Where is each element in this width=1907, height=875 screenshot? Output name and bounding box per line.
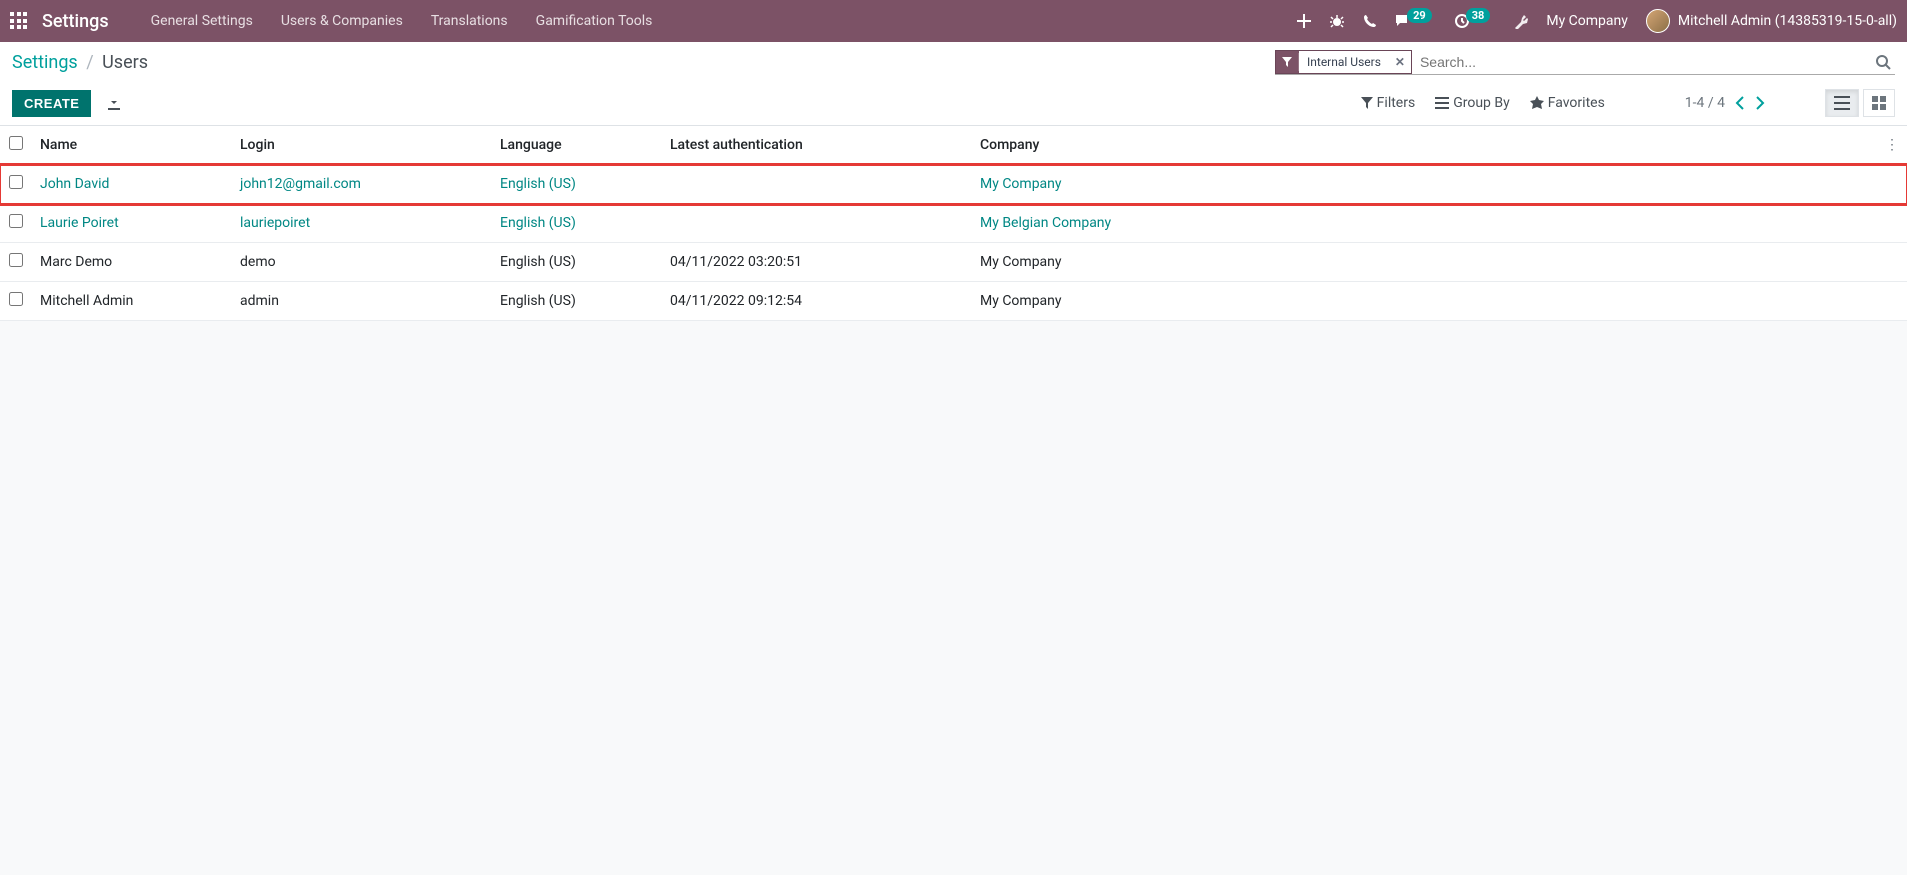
breadcrumb-root[interactable]: Settings [12, 52, 78, 73]
select-all-checkbox[interactable] [9, 136, 23, 150]
column-options-icon[interactable]: ⋮ [1875, 126, 1907, 165]
breadcrumb: Settings / Users [12, 52, 148, 73]
funnel-icon [1276, 53, 1299, 71]
filter-chip-label: Internal Users [1299, 51, 1389, 73]
menu-general-settings[interactable]: General Settings [151, 13, 253, 29]
tools-icon[interactable] [1512, 13, 1528, 29]
pager-prev[interactable] [1735, 96, 1745, 110]
filters-label: Filters [1377, 95, 1416, 111]
groupby-button[interactable]: Group By [1435, 95, 1510, 111]
filter-chip-close[interactable]: ✕ [1389, 51, 1411, 73]
breadcrumb-separator: / [86, 52, 93, 73]
phone-icon[interactable] [1363, 14, 1377, 28]
download-icon[interactable] [107, 96, 121, 110]
cell-company[interactable]: My Company [972, 282, 1875, 321]
bug-icon[interactable] [1329, 13, 1345, 29]
menu-gamification-tools[interactable]: Gamification Tools [536, 13, 653, 29]
cell-name[interactable]: John David [32, 165, 232, 204]
search-input[interactable] [1412, 50, 1871, 74]
pager: 1-4 / 4 [1685, 95, 1765, 111]
messages-icon[interactable]: 29 [1395, 14, 1436, 29]
kanban-view-button[interactable] [1863, 89, 1895, 117]
kanban-icon [1872, 96, 1886, 110]
list-view-button[interactable] [1825, 89, 1859, 117]
cell-company[interactable]: My Company [972, 243, 1875, 282]
company-selector[interactable]: My Company [1546, 13, 1628, 29]
row-checkbox[interactable] [9, 214, 23, 228]
header-latest-auth[interactable]: Latest authentication [662, 126, 972, 165]
cell-language[interactable]: English (US) [492, 282, 662, 321]
cell-latest-auth [662, 165, 972, 204]
cell-company[interactable]: My Company [972, 165, 1875, 204]
cell-name[interactable]: Laurie Poiret [32, 204, 232, 243]
cell-company[interactable]: My Belgian Company [972, 204, 1875, 243]
header-language[interactable]: Language [492, 126, 662, 165]
cell-language[interactable]: English (US) [492, 204, 662, 243]
pager-next[interactable] [1755, 96, 1765, 110]
cell-name[interactable]: Mitchell Admin [32, 282, 232, 321]
app-name: Settings [42, 11, 109, 32]
groupby-label: Group By [1453, 95, 1510, 111]
menu-users-companies[interactable]: Users & Companies [281, 13, 403, 29]
main-menu: General Settings Users & Companies Trans… [151, 13, 653, 29]
breadcrumb-current: Users [102, 52, 148, 73]
user-name: Mitchell Admin (14385319-15-0-all) [1678, 13, 1897, 29]
favorites-label: Favorites [1548, 95, 1605, 111]
favorites-button[interactable]: Favorites [1530, 95, 1605, 111]
cell-language[interactable]: English (US) [492, 165, 662, 204]
cell-name[interactable]: Marc Demo [32, 243, 232, 282]
header-company[interactable]: Company [972, 126, 1875, 165]
activities-icon[interactable]: 38 [1454, 13, 1495, 29]
row-checkbox[interactable] [9, 253, 23, 267]
cell-latest-auth: 04/11/2022 03:20:51 [662, 243, 972, 282]
menu-translations[interactable]: Translations [431, 13, 508, 29]
funnel-icon [1361, 97, 1373, 109]
row-checkbox[interactable] [9, 175, 23, 189]
messages-badge: 29 [1407, 8, 1432, 23]
create-button[interactable]: CREATE [12, 90, 91, 117]
table-row[interactable]: John David john12@gmail.com English (US)… [0, 165, 1907, 204]
table-row[interactable]: Mitchell Admin admin English (US) 04/11/… [0, 282, 1907, 321]
search-bar: Internal Users ✕ [1275, 50, 1895, 75]
cell-login[interactable]: admin [232, 282, 492, 321]
cell-latest-auth [662, 204, 972, 243]
plus-icon[interactable] [1297, 14, 1311, 28]
top-navbar: Settings General Settings Users & Compan… [0, 0, 1907, 42]
cell-login[interactable]: lauriepoiret [232, 204, 492, 243]
users-table: Name Login Language Latest authenticatio… [0, 126, 1907, 321]
control-panel: Settings / Users Internal Users ✕ CREATE [0, 42, 1907, 126]
row-checkbox[interactable] [9, 292, 23, 306]
table-row[interactable]: Laurie Poiret lauriepoiret English (US) … [0, 204, 1907, 243]
search-icon[interactable] [1871, 50, 1895, 74]
cell-login[interactable]: john12@gmail.com [232, 165, 492, 204]
avatar-icon [1646, 9, 1670, 33]
list-icon [1834, 96, 1850, 110]
star-icon [1530, 96, 1544, 110]
filters-button[interactable]: Filters [1361, 95, 1416, 111]
activities-badge: 38 [1466, 8, 1491, 23]
table-row[interactable]: Marc Demo demo English (US) 04/11/2022 0… [0, 243, 1907, 282]
user-menu[interactable]: Mitchell Admin (14385319-15-0-all) [1646, 9, 1897, 33]
cell-language[interactable]: English (US) [492, 243, 662, 282]
cell-latest-auth: 04/11/2022 09:12:54 [662, 282, 972, 321]
header-name[interactable]: Name [32, 126, 232, 165]
cell-login[interactable]: demo [232, 243, 492, 282]
list-icon [1435, 97, 1449, 109]
filter-chip-internal-users: Internal Users ✕ [1275, 50, 1412, 74]
apps-grid-icon[interactable] [10, 12, 28, 30]
pager-text: 1-4 / 4 [1685, 95, 1725, 111]
header-login[interactable]: Login [232, 126, 492, 165]
